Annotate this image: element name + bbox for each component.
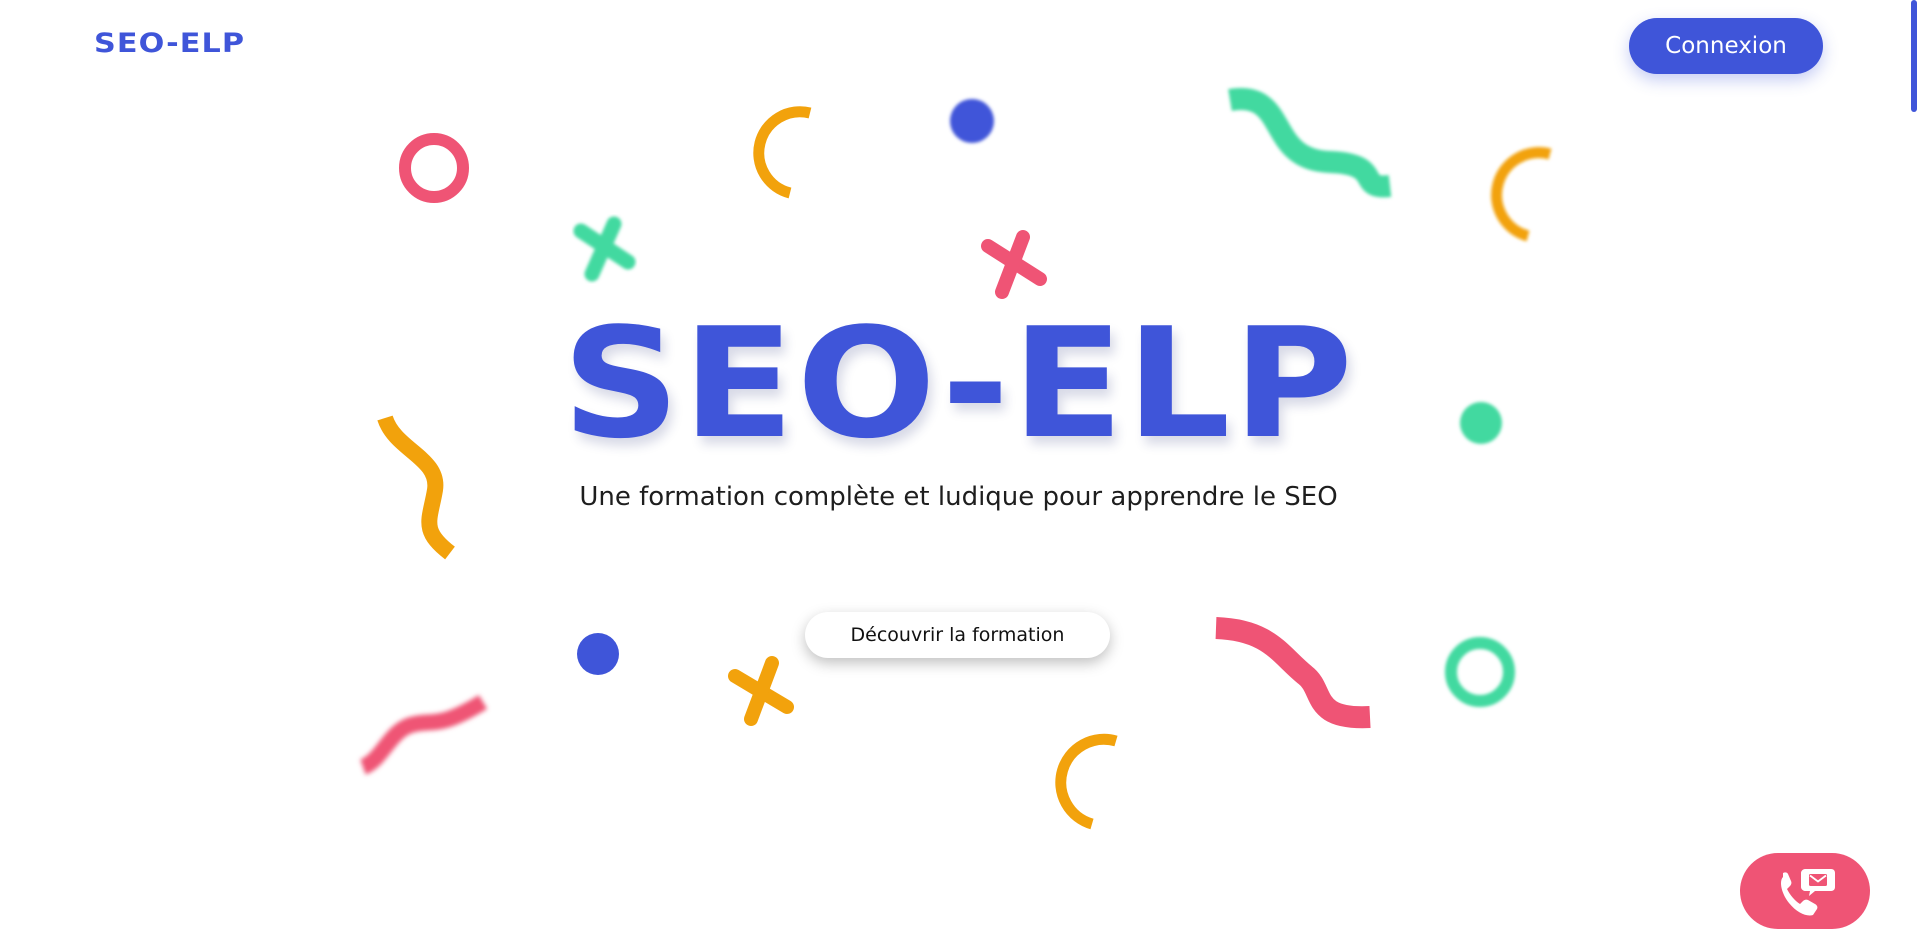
cross-pink-shape bbox=[981, 230, 1047, 299]
arc-orange-3-shape bbox=[1055, 733, 1118, 830]
hero-title: SEO-ELP bbox=[561, 295, 1356, 472]
site-logo[interactable]: SEO-ELP bbox=[94, 28, 245, 59]
squiggle-pink-left-shape bbox=[359, 695, 488, 775]
phone-mail-icon bbox=[1781, 869, 1835, 916]
scrollbar-track[interactable] bbox=[1911, 0, 1917, 942]
hero-subtitle: Une formation complète et ludique pour a… bbox=[579, 482, 1338, 512]
arc-orange-1-shape bbox=[753, 106, 812, 199]
scrollbar-thumb[interactable] bbox=[1911, 0, 1917, 112]
ring-green-shape bbox=[1445, 637, 1515, 707]
ring-pink-shape bbox=[399, 133, 469, 203]
dot-blue-bottom-shape bbox=[577, 633, 619, 675]
cross-green-shape bbox=[573, 216, 636, 282]
discover-course-button[interactable]: Découvrir la formation bbox=[805, 612, 1110, 658]
dot-blue-top-shape bbox=[950, 99, 994, 143]
squiggle-green-shape bbox=[1228, 88, 1392, 198]
landing-page: SEO-ELP Connexion SEO-ELP Une formation … bbox=[0, 0, 1917, 942]
login-button[interactable]: Connexion bbox=[1629, 18, 1823, 74]
contact-widget-button[interactable] bbox=[1740, 853, 1870, 929]
cross-orange-shape bbox=[728, 656, 794, 726]
arc-orange-2-shape bbox=[1491, 147, 1552, 242]
squiggle-pink-right-shape bbox=[1215, 617, 1371, 729]
